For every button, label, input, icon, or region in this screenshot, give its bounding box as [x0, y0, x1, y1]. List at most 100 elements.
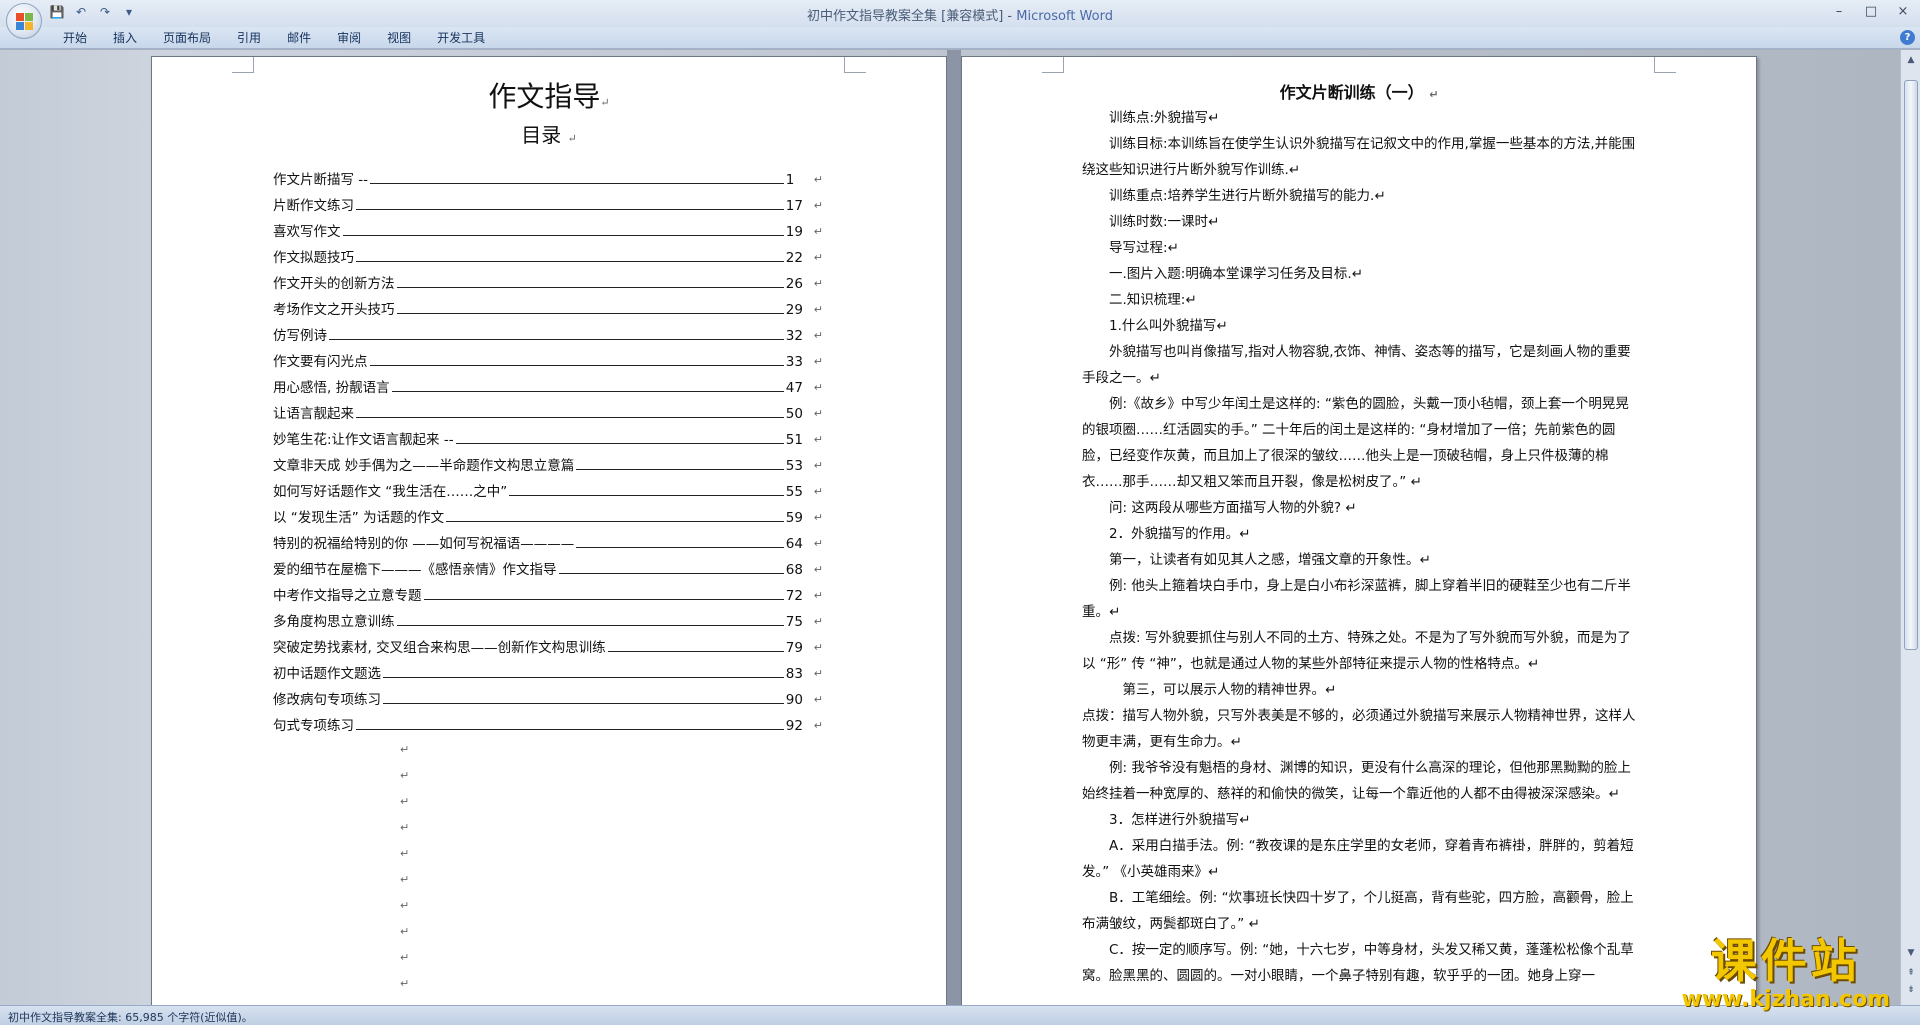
paragraph-mark: ↵ — [400, 821, 410, 834]
paragraph: 二.知识梳理:↵ — [1109, 292, 1197, 308]
paragraph-mark: ↵ — [400, 795, 410, 808]
toc-entry[interactable]: 让语言靓起来 50 ↵ — [273, 401, 823, 427]
vertical-scrollbar[interactable]: ▲ ▼ ⇞ ⇟ — [1900, 50, 1920, 1005]
office-button[interactable] — [6, 3, 42, 39]
toc-entry[interactable]: 爱的细节在屋檐下———《感悟亲情》作文指导 68 ↵ — [273, 557, 823, 583]
tab-page-layout[interactable]: 页面布局 — [150, 30, 224, 46]
app-name: Microsoft Word — [1016, 9, 1113, 24]
scrollbar-thumb[interactable] — [1904, 80, 1918, 650]
paragraph: 问: 这两段从哪些方面描写人物的外貌? ↵ — [1109, 500, 1357, 516]
paragraph-mark: ↵ — [400, 925, 410, 938]
toc-entry[interactable]: 初中话题作文题选 83 ↵ — [273, 661, 823, 687]
toc-entry[interactable]: 考场作文之开头技巧 29 ↵ — [273, 297, 823, 323]
toc-entry[interactable]: 特别的祝福给特别的你 ——如何写祝福语———— 64 ↵ — [273, 531, 823, 557]
paragraph: 第一，让读者有如见其人之感，增强文章的开象性。↵ — [1109, 552, 1431, 568]
minimize-button[interactable]: – — [1828, 3, 1850, 21]
document-area[interactable]: 作文指导↵ 目录 ↵ 作文片断描写 -- 1 ↵ 片断作文练习 17 ↵ 喜欢写作文 19… — [0, 50, 1900, 1005]
window-controls: – □ × — [1828, 3, 1914, 21]
toc-entry[interactable]: 突破定势找素材, 交叉组合来构思——创新作文构思训练 79 ↵ — [273, 635, 823, 661]
ribbon-tabs: 开始 插入 页面布局 引用 邮件 审阅 视图 开发工具 — [50, 30, 498, 46]
toc-heading: 目录 ↵ — [521, 123, 577, 147]
status-bar: 初中作文指导教案全集: 65,985 个字符(近似值)。 — [0, 1005, 1920, 1025]
paragraph: 一.图片入题:明确本堂课学习任务及目标.↵ — [1109, 266, 1363, 282]
tab-insert[interactable]: 插入 — [100, 30, 150, 46]
tab-view[interactable]: 视图 — [374, 30, 424, 46]
paragraph-mark: ↵ — [400, 977, 410, 990]
empty-paragraph-marks: ↵ ↵ ↵ ↵ ↵ ↵ ↵ ↵ ↵ ↵ — [400, 737, 420, 997]
paragraph-mark: ↵ — [400, 847, 410, 860]
crop-mark — [1654, 57, 1676, 73]
close-button[interactable]: × — [1892, 3, 1914, 21]
toc-entry[interactable]: 仿写例诗 32 ↵ — [273, 323, 823, 349]
watermark-url: www.kjzhan.com — [1681, 987, 1890, 1012]
crop-mark — [844, 57, 866, 73]
paragraph: 训练目标:本训练旨在使学生认识外貌描写在记叙文中的作用,掌握一些基本的方法,并能… — [1082, 136, 1636, 178]
crop-mark — [1042, 57, 1064, 73]
section-title: 作文片断训练（一） ↵ — [1279, 83, 1439, 102]
tab-review[interactable]: 审阅 — [324, 30, 374, 46]
page-left[interactable]: 作文指导↵ 目录 ↵ 作文片断描写 -- 1 ↵ 片断作文练习 17 ↵ 喜欢写作文 19… — [151, 56, 947, 1005]
paragraph: 导写过程:↵ — [1109, 240, 1179, 256]
paragraph: 点拨: 写外貌要抓住与别人不同的土方、特殊之处。不是为了写外貌而写外貌，而是为了… — [1082, 630, 1631, 672]
watermark-text: 课件站 — [1710, 934, 1861, 988]
help-icon[interactable]: ? — [1900, 30, 1915, 45]
paragraph: 点拨：描写人物外貌，只写外表美是不够的，必须通过外貌描写来展示人物精神世界，这样… — [1082, 708, 1636, 750]
toc-entry[interactable]: 作文要有闪光点 33 ↵ — [273, 349, 823, 375]
toc-entry[interactable]: 中考作文指导之立意专题 72 ↵ — [273, 583, 823, 609]
title-bar: 💾 ↶ ↷ ▾ 初中作文指导教案全集 [兼容模式] - Microsoft Wo… — [0, 0, 1920, 39]
ribbon-tabs-bar: 开始 插入 页面布局 引用 邮件 审阅 视图 开发工具 ? — [0, 27, 1920, 49]
toc-entry[interactable]: 多角度构思立意训练 75 ↵ — [273, 609, 823, 635]
paragraph: 训练重点:培养学生进行片断外貌描写的能力.↵ — [1109, 188, 1386, 204]
paragraph: 2．外貌描写的作用。↵ — [1109, 526, 1251, 542]
document-title-heading: 作文指导↵ — [488, 80, 610, 113]
toc-entry[interactable]: 妙笔生花:让作文语言靓起来 -- 51 ↵ — [273, 427, 823, 453]
toc-entry[interactable]: 修改病句专项练习 90 ↵ — [273, 687, 823, 713]
tab-mailings[interactable]: 邮件 — [274, 30, 324, 46]
table-of-contents: 作文片断描写 -- 1 ↵ 片断作文练习 17 ↵ 喜欢写作文 19 ↵ 作文拟题技巧 22 ↵… — [273, 167, 823, 739]
paragraph: 训练点:外貌描写↵ — [1109, 110, 1220, 126]
page-right[interactable]: 作文片断训练（一） ↵ 训练点:外貌描写↵ 训练目标:本训练旨在使学生认识外貌描… — [961, 56, 1757, 1005]
paragraph-mark: ↵ — [400, 951, 410, 964]
tab-references[interactable]: 引用 — [224, 30, 274, 46]
tab-home[interactable]: 开始 — [50, 30, 100, 46]
toc-entry[interactable]: 作文拟题技巧 22 ↵ — [273, 245, 823, 271]
next-page-icon[interactable]: ⇟ — [1903, 982, 1919, 998]
paragraph-mark: ↵ — [400, 899, 410, 912]
paragraph: 第三，可以展示人物的精神世界。↵ — [1122, 682, 1337, 698]
paragraph: B．工笔细绘。例: “炊事班长快四十岁了，个儿挺高，背有些驼，四方脸，高颧骨，脸… — [1082, 890, 1634, 932]
tab-developer[interactable]: 开发工具 — [424, 30, 498, 46]
paragraph: 3．怎样进行外貌描写↵ — [1109, 812, 1251, 828]
paragraph: 训练时数:一课时↵ — [1109, 214, 1220, 230]
restore-button[interactable]: □ — [1860, 3, 1882, 21]
toc-entry[interactable]: 文章非天成 妙手偶为之——半命题作文构思立意篇 53 ↵ — [273, 453, 823, 479]
paragraph-mark: ↵ — [400, 873, 410, 886]
paragraph: C．按一定的顺序写。例: “她，十六七岁，中等身材，头发又稀又黄，蓬蓬松松像个乱… — [1082, 942, 1634, 984]
paragraph: 1.什么叫外貌描写↵ — [1109, 318, 1228, 334]
toc-entry[interactable]: 喜欢写作文 19 ↵ — [273, 219, 823, 245]
previous-page-icon[interactable]: ⇞ — [1903, 965, 1919, 981]
office-logo-icon — [16, 13, 34, 31]
paragraph: 例: 他头上箍着块白手巾，身上是白小布衫深蓝裤，脚上穿着半旧的硬鞋至少也有二斤半… — [1082, 578, 1631, 620]
toc-entry[interactable]: 如何写好话题作文 “我生活在……之中” 55 ↵ — [273, 479, 823, 505]
paragraph-mark: ↵ — [400, 769, 410, 782]
document-title: 初中作文指导教案全集 [兼容模式] - — [807, 9, 1017, 24]
page-divider — [947, 50, 961, 1005]
toc-entry[interactable]: 作文片断描写 -- 1 ↵ — [273, 167, 823, 193]
scroll-up-icon[interactable]: ▲ — [1903, 52, 1919, 68]
paragraph: 例:《故乡》中写少年闰土是这样的: “紫色的圆脸，头戴一顶小毡帽，颈上套一个明晃… — [1082, 396, 1629, 490]
paragraph: 外貌描写也叫肖像描写,指对人物容貌,衣饰、神情、姿态等的描写，它是刻画人物的重要… — [1082, 344, 1631, 386]
toc-entry[interactable]: 句式专项练习 92 ↵ — [273, 713, 823, 739]
document-body[interactable]: 训练点:外貌描写↵ 训练目标:本训练旨在使学生认识外貌描写在记叙文中的作用,掌握… — [1082, 105, 1637, 989]
paragraph: 例: 我爷爷没有魁梧的身材、渊博的知识，更没有什么高深的理论，但他那黑黝黝的脸上… — [1082, 760, 1631, 802]
watermark-logo: 课件站 www.kjzhan.com — [1681, 925, 1890, 1012]
window-title: 初中作文指导教案全集 [兼容模式] - Microsoft Word — [0, 5, 1920, 24]
toc-entry[interactable]: 片断作文练习 17 ↵ — [273, 193, 823, 219]
crop-mark — [232, 57, 254, 73]
toc-entry[interactable]: 以 “发现生活” 为话题的作文 59 ↵ — [273, 505, 823, 531]
paragraph-mark: ↵ — [400, 743, 410, 756]
paragraph: A．采用白描手法。例: “教夜课的是东庄学里的女老师，穿着青布裤褂，胖胖的，剪着… — [1082, 838, 1634, 880]
toc-entry[interactable]: 作文开头的创新方法 26 ↵ — [273, 271, 823, 297]
toc-entry[interactable]: 用心感悟, 扮靓语言 47 ↵ — [273, 375, 823, 401]
scroll-down-icon[interactable]: ▼ — [1903, 945, 1919, 961]
word-count-status[interactable]: 初中作文指导教案全集: 65,985 个字符(近似值)。 — [8, 1009, 253, 1025]
